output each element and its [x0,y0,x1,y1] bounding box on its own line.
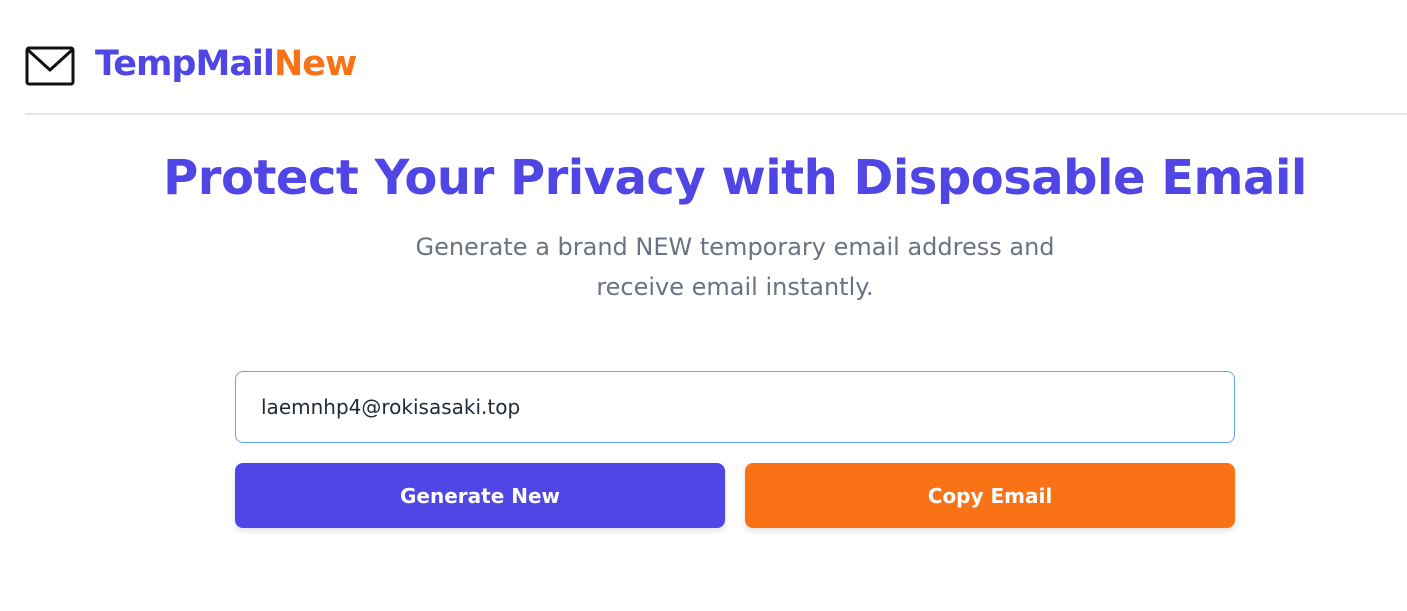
email-address-field[interactable] [235,371,1235,443]
subtitle-line-2: receive email instantly. [596,273,874,301]
envelope-icon[interactable] [25,46,75,86]
brand-logo-text[interactable]: TempMailNew [95,44,357,84]
brand-name-accent: New [273,44,357,84]
copy-email-button[interactable]: Copy Email [745,463,1235,528]
subtitle-line-1: Generate a brand NEW temporary email add… [415,233,1055,261]
site-header: TempMailNew [25,0,1407,115]
page-subtitle: Generate a brand NEW temporary email add… [335,227,1135,307]
brand-name-primary: TempMail [95,44,275,84]
generate-new-button[interactable]: Generate New [235,463,725,528]
page-title: Protect Your Privacy with Disposable Ema… [163,150,1307,206]
